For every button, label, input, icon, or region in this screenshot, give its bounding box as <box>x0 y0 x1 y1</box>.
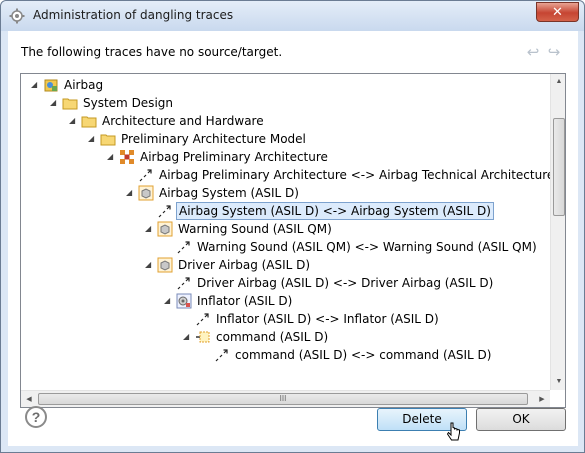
trace-item[interactable]: Inflator (ASIL D) <-> Inflator (ASIL D) <box>183 310 441 328</box>
close-button[interactable]: ✕ <box>536 2 579 22</box>
tree-node-label: Warning Sound (ASIL QM) <box>178 222 332 236</box>
scroll-down-icon[interactable]: ▼ <box>551 374 565 390</box>
architecture-icon <box>119 149 135 165</box>
dialog-window: Administration of dangling traces ✕ The … <box>0 0 585 453</box>
expand-toggle-icon[interactable]: ◢ <box>88 130 96 148</box>
expand-toggle-icon[interactable]: ◢ <box>164 292 172 310</box>
vertical-scroll-thumb[interactable] <box>553 118 565 216</box>
tree-node[interactable]: ◢ Architecture and Hardware <box>69 112 266 130</box>
tree-node[interactable]: ◢ Airbag <box>31 76 105 94</box>
component-icon <box>157 221 173 237</box>
tree-node[interactable]: ◢ Airbag System (ASIL D) <box>126 184 301 202</box>
folder-icon <box>100 131 116 147</box>
project-icon <box>43 77 59 93</box>
tree-node-label: Airbag System (ASIL D) <box>159 186 299 200</box>
system-icon <box>138 185 154 201</box>
tree-node-label: Preliminary Architecture Model <box>121 132 306 146</box>
tree-node-label: command (ASIL D) <-> command (ASIL D) <box>235 348 492 362</box>
app-icon <box>9 8 25 24</box>
trace-icon <box>157 203 173 219</box>
close-icon: ✕ <box>552 4 563 19</box>
title-bar[interactable]: Administration of dangling traces ✕ <box>1 1 584 31</box>
mouse-cursor-icon <box>447 422 460 441</box>
tree-node[interactable]: ◢ System Design <box>50 94 175 112</box>
trace-icon <box>195 311 211 327</box>
message-text: The following traces have no source/targ… <box>21 45 283 59</box>
folder-icon <box>81 113 97 129</box>
tree-node-label: Airbag Preliminary Architecture <-> Airb… <box>159 168 550 182</box>
vertical-scrollbar[interactable]: ▲ ▼ <box>550 74 565 390</box>
trace-item[interactable]: Driver Airbag (ASIL D) <-> Driver Airbag… <box>164 274 495 292</box>
tree-node[interactable]: ◢ Warning Sound (ASIL QM) <box>145 220 334 238</box>
tree-node-label: Inflator (ASIL D) <-> Inflator (ASIL D) <box>216 312 439 326</box>
gear-component-icon <box>176 293 192 309</box>
back-arrow-icon[interactable]: ↩ <box>524 45 542 61</box>
expand-toggle-icon[interactable]: ◢ <box>31 76 39 94</box>
tree-node[interactable]: ◢ Airbag Preliminary Architecture <box>107 148 330 166</box>
scroll-up-icon[interactable]: ▲ <box>551 74 565 90</box>
expand-toggle-icon[interactable]: ◢ <box>145 220 153 238</box>
horizontal-scrollbar[interactable]: ◀ III ▶ <box>21 390 550 407</box>
tree-node-label: Architecture and Hardware <box>102 114 264 128</box>
expand-toggle-icon[interactable]: ◢ <box>183 328 191 346</box>
trace-icon <box>176 239 192 255</box>
help-icon: ? <box>31 409 41 425</box>
expand-toggle-icon[interactable]: ◢ <box>50 94 58 112</box>
trace-item[interactable]: Warning Sound (ASIL QM) <-> Warning Soun… <box>164 238 539 256</box>
tree-node-label: Airbag Preliminary Architecture <box>140 150 328 164</box>
scroll-right-icon[interactable]: ▶ <box>534 391 550 407</box>
tree-node-label: Airbag System (ASIL D) <-> Airbag System… <box>176 202 494 220</box>
tree-node-label: Inflator (ASIL D) <box>197 294 293 308</box>
tree-node-label: Driver Airbag (ASIL D) <-> Driver Airbag… <box>197 276 494 290</box>
trace-item[interactable]: Airbag System (ASIL D) <-> Airbag System… <box>145 202 494 220</box>
tree-node-label: System Design <box>83 96 173 110</box>
help-button[interactable]: ? <box>25 406 47 428</box>
tree-viewport: ◢ Airbag ◢ System Design ◢ Architecture and H… <box>21 74 550 390</box>
component-icon <box>157 257 173 273</box>
trace-icon <box>214 347 230 363</box>
ok-button[interactable]: OK <box>476 408 566 431</box>
tree-node[interactable]: ◢ Inflator (ASIL D) <box>164 292 294 310</box>
horizontal-scroll-thumb[interactable]: III <box>38 393 528 405</box>
tree-node-label: Driver Airbag (ASIL D) <box>178 258 311 272</box>
folder-icon <box>62 95 78 111</box>
forward-arrow-icon[interactable]: ↪ <box>545 45 563 61</box>
expand-toggle-icon[interactable]: ◢ <box>145 256 153 274</box>
scroll-grip-icon: III <box>279 394 287 403</box>
tree-node-label: Warning Sound (ASIL QM) <-> Warning Soun… <box>197 240 537 254</box>
expand-toggle-icon[interactable]: ◢ <box>69 112 77 130</box>
tree-node[interactable]: ◢ Driver Airbag (ASIL D) <box>145 256 312 274</box>
trace-item[interactable]: command (ASIL D) <-> command (ASIL D) <box>202 346 493 364</box>
tree-node[interactable]: ◢ Preliminary Architecture Model <box>88 130 308 148</box>
tree-node-label: Airbag <box>64 78 104 92</box>
expand-toggle-icon[interactable]: ◢ <box>126 184 134 202</box>
trace-item[interactable]: Airbag Preliminary Architecture <-> Airb… <box>126 166 550 184</box>
port-icon <box>195 329 211 345</box>
trace-tree[interactable]: ◢ Airbag ◢ System Design ◢ Architecture and H… <box>20 73 566 408</box>
window-title: Administration of dangling traces <box>33 8 234 22</box>
expand-toggle-icon[interactable]: ◢ <box>107 148 115 166</box>
trace-icon <box>138 167 154 183</box>
trace-icon <box>176 275 192 291</box>
tree-node[interactable]: ◢ command (ASIL D) <box>183 328 330 346</box>
tree-node-label: command (ASIL D) <box>216 330 329 344</box>
dialog-content: The following traces have no source/targ… <box>8 31 578 446</box>
